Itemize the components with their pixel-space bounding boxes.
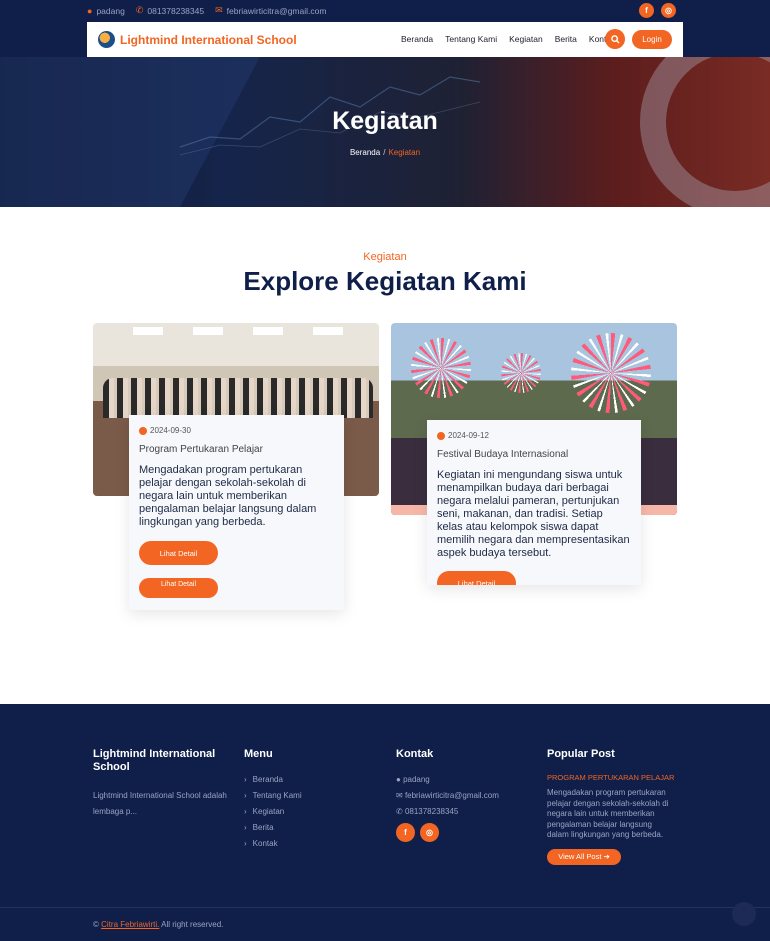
footer-menu-list: Beranda Tentang Kami Kegiatan Berita Kon… [244, 772, 302, 852]
footer-divider [0, 907, 770, 908]
ceiling-lights [133, 327, 353, 335]
footer-popular-title: Popular Post [547, 748, 615, 760]
footer-email-text: febriawirticitra@gmail.com [404, 791, 499, 800]
festival-decoration [411, 338, 471, 398]
card-description: Kegiatan ini mengundang siswa untuk mena… [437, 469, 630, 559]
copyright-icon: © [93, 920, 99, 929]
envelope-icon: ✉ [215, 5, 223, 15]
map-marker-icon: ● [87, 5, 93, 16]
footer-phone-text: 081378238345 [404, 807, 459, 816]
card-date-text: 2024-09-30 [150, 426, 191, 435]
section-title: Explore Kegiatan Kami [243, 266, 527, 296]
top-email-text: febriawirticitra@gmail.com [226, 5, 327, 16]
activity-card: 2024-09-12 Festival Budaya Internasional… [427, 420, 641, 585]
footer-link-berita[interactable]: Berita [244, 820, 302, 836]
view-detail-button-shadow: Lihat Detail [139, 578, 218, 598]
view-detail-button[interactable]: Lihat Detail [139, 541, 218, 565]
footer-location: ● padang [396, 772, 499, 788]
footer-link-tentang-kami[interactable]: Tentang Kami [244, 788, 302, 804]
view-all-post-button[interactable]: View All Post ➔ [547, 848, 621, 865]
footer-link-beranda[interactable]: Beranda [244, 772, 302, 788]
footer-menu-title: Menu [244, 748, 273, 760]
footer-contact-title: Kontak [396, 748, 434, 760]
page-title: Kegiatan [332, 107, 438, 135]
instagram-icon[interactable]: ◎ [661, 3, 676, 18]
instagram-icon[interactable]: ◎ [420, 823, 439, 842]
card-date-text: 2024-09-12 [448, 431, 489, 440]
footer-phone: ✆ 081378238345 [396, 804, 499, 820]
top-location: ● padang [87, 6, 125, 16]
brand-name[interactable]: Lightmind International School [120, 33, 297, 47]
back-to-top-button[interactable] [732, 902, 756, 926]
footer-about-text: Lightmind International School adalah le… [93, 791, 227, 816]
popular-post-description: Mengadakan program pertukaran pelajar de… [547, 788, 669, 839]
phone-icon: ✆ [135, 5, 144, 15]
view-detail-button[interactable]: Lihat Detail [437, 571, 516, 585]
clock-icon [139, 426, 147, 435]
school-logo[interactable] [98, 31, 115, 48]
footer-social-links: f ◎ [396, 823, 499, 842]
card-date: 2024-09-12 [437, 431, 631, 440]
clock-icon [437, 431, 445, 440]
main-navbar: Lightmind International School Beranda T… [87, 22, 683, 57]
breadcrumb-home[interactable]: Beranda [350, 148, 380, 157]
nav-item-tentang-kami[interactable]: Tentang Kami [445, 34, 497, 44]
footer-link-kontak[interactable]: Kontak [244, 836, 302, 852]
card-date: 2024-09-30 [139, 426, 334, 435]
footer-contact-list: ● padang ✉ febriawirticitra@gmail.com ✆ … [396, 772, 499, 820]
envelope-icon: ✉ [396, 791, 405, 800]
footer-email: ✉ febriawirticitra@gmail.com [396, 788, 499, 804]
phone-icon: ✆ [396, 807, 405, 816]
copyright-author-link[interactable]: Citra Febriawirti. [101, 920, 159, 929]
nav-item-kegiatan[interactable]: Kegiatan [509, 34, 543, 44]
site-footer: Lightmind International School Lightmind… [0, 704, 770, 941]
view-all-label: View All Post [558, 852, 602, 861]
search-button[interactable] [605, 29, 625, 49]
top-location-text: padang [96, 5, 125, 16]
popular-post-title[interactable]: PROGRAM PERTUKARAN PELAJAR [547, 773, 675, 782]
card-title[interactable]: Program Pertukaran Pelajar [139, 444, 334, 455]
footer-location-text: padang [403, 775, 430, 784]
map-marker-icon: ● [396, 775, 404, 784]
footer-link-kegiatan[interactable]: Kegiatan [244, 804, 302, 820]
festival-decoration [501, 353, 541, 393]
nav-item-berita[interactable]: Berita [555, 34, 577, 44]
search-icon [610, 34, 620, 44]
page-hero: Kegiatan Beranda / Kegiatan [0, 57, 770, 207]
copyright-text: All right reserved. [161, 920, 224, 929]
breadcrumb-current: Kegiatan [388, 148, 421, 157]
facebook-icon[interactable]: f [396, 823, 415, 842]
copyright: © Citra Febriawirti. All right reserved. [93, 920, 223, 929]
login-button[interactable]: Login [632, 30, 672, 49]
card-description: Mengadakan program pertukaran pelajar de… [139, 464, 317, 528]
nav-item-beranda[interactable]: Beranda [401, 34, 433, 44]
footer-popular-post: Popular Post PROGRAM PERTUKARAN PELAJAR … [547, 748, 675, 865]
top-social-links: f ◎ [639, 3, 676, 18]
top-phone: ✆ 081378238345 [136, 5, 204, 16]
top-phone-text: 081378238345 [147, 5, 205, 16]
facebook-icon[interactable]: f [639, 3, 654, 18]
nav-menu: Beranda Tentang Kami Kegiatan Berita Kon… [401, 34, 615, 44]
breadcrumb: Beranda / Kegiatan [0, 148, 770, 157]
footer-contact: Kontak ● padang ✉ febriawirticitra@gmail… [396, 748, 499, 842]
festival-decoration [571, 333, 651, 413]
top-contact-info: ● padang ✆ 081378238345 ✉ febriawirticit… [87, 5, 326, 16]
card-title[interactable]: Festival Budaya Internasional [437, 449, 631, 460]
top-email: ✉ febriawirticitra@gmail.com [215, 5, 326, 16]
section-subtitle: Kegiatan [363, 251, 407, 263]
footer-menu: Menu Beranda Tentang Kami Kegiatan Berit… [244, 748, 302, 852]
arrow-right-icon: ➔ [601, 852, 610, 861]
activity-card: 2024-09-30 Program Pertukaran Pelajar Me… [129, 415, 344, 610]
group-photo-crowd [103, 378, 373, 418]
breadcrumb-separator: / [383, 148, 386, 157]
footer-about-title: Lightmind International School [93, 748, 216, 773]
footer-about: Lightmind International School Lightmind… [93, 748, 228, 820]
